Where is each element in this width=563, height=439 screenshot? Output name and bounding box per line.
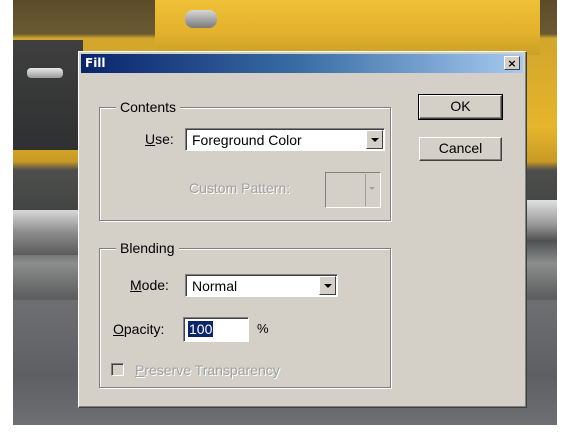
photo-yellow-car-body bbox=[155, 0, 540, 55]
photo-chrome-bumper-right bbox=[525, 200, 557, 240]
photo-chrome-ornament bbox=[185, 10, 217, 28]
cancel-button[interactable]: Cancel bbox=[419, 137, 502, 161]
chevron-down-icon bbox=[365, 174, 379, 206]
mode-dropdown[interactable]: Normal bbox=[185, 274, 338, 297]
custom-pattern-picker bbox=[325, 172, 381, 208]
ok-button[interactable]: OK bbox=[418, 94, 503, 120]
chevron-down-icon[interactable] bbox=[366, 130, 383, 149]
close-button[interactable]: × bbox=[504, 56, 520, 70]
photo-chrome-handle bbox=[27, 68, 63, 78]
dialog-title: Fill bbox=[85, 56, 106, 70]
opacity-unit: % bbox=[257, 321, 269, 336]
opacity-label: Opacity: bbox=[113, 321, 165, 337]
photo-dark-panel bbox=[13, 40, 83, 150]
mode-dropdown-value: Normal bbox=[192, 278, 238, 294]
close-icon: × bbox=[507, 56, 517, 70]
preserve-transparency-label: Preserve Transparency bbox=[135, 362, 280, 378]
photo-chrome-bumper-left bbox=[13, 210, 83, 255]
preserve-transparency-checkbox bbox=[111, 363, 124, 376]
mode-label: Mode: bbox=[130, 277, 169, 293]
use-dropdown[interactable]: Foreground Color bbox=[185, 128, 385, 151]
chevron-down-icon[interactable] bbox=[319, 276, 336, 295]
opacity-input[interactable]: 100 bbox=[183, 317, 249, 342]
dialog-titlebar[interactable]: Fill × bbox=[81, 54, 523, 73]
opacity-input-value: 100 bbox=[188, 321, 214, 337]
custom-pattern-label: Custom Pattern: bbox=[189, 180, 291, 196]
use-label: Use: bbox=[145, 131, 174, 147]
contents-legend: Contents bbox=[116, 99, 181, 115]
fill-dialog: Fill × Contents Use: Foreground Color Cu… bbox=[78, 51, 527, 408]
blending-legend: Blending bbox=[116, 240, 179, 256]
pattern-swatch bbox=[327, 174, 365, 206]
use-dropdown-value: Foreground Color bbox=[192, 132, 302, 148]
